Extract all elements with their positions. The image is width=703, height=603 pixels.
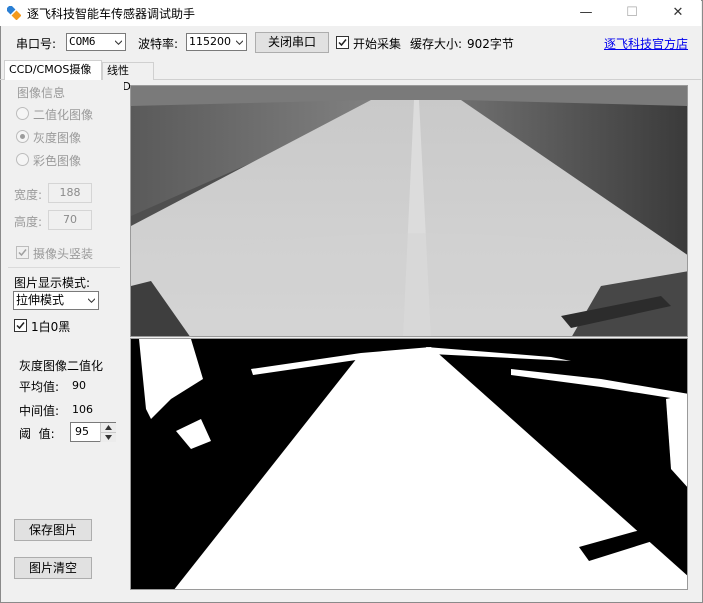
radio-binary-image-label: 二值化图像 xyxy=(33,108,94,122)
maximize-button[interactable]: ☐ xyxy=(609,0,655,26)
buffer-value: 902字节 xyxy=(467,37,514,51)
threshold-stepper[interactable]: 95 xyxy=(70,422,116,442)
mean-label: 平均值: xyxy=(19,380,60,394)
median-label: 中间值: xyxy=(19,404,60,418)
display-mode-label: 图片显示模式: xyxy=(14,276,91,290)
radio-binary-image[interactable] xyxy=(16,107,29,120)
tab-cmos-camera[interactable]: CCD/CMOS摄像头 xyxy=(4,60,102,94)
port-value: COM6 xyxy=(69,35,96,48)
title-bar: 逐飞科技智能车传感器调试助手 — ☐ ✕ xyxy=(0,0,701,26)
display-mode-select[interactable]: 拉伸模式 xyxy=(13,291,99,310)
width-field[interactable]: 188 xyxy=(48,183,92,203)
median-value: 106 xyxy=(72,403,93,416)
camera-vertical-checkbox[interactable] xyxy=(16,246,29,259)
window-title: 逐飞科技智能车传感器调试助手 xyxy=(27,7,196,21)
radio-color-image[interactable] xyxy=(16,153,29,166)
radio-color-image-label: 彩色图像 xyxy=(33,154,82,168)
display-mode-value: 拉伸模式 xyxy=(16,293,65,307)
tab-linear-ccd[interactable]: 线性CCD xyxy=(102,62,154,93)
width-label: 宽度: xyxy=(14,188,43,202)
checkmark-icon xyxy=(16,322,25,330)
start-capture-label: 开始采集 xyxy=(353,37,402,51)
close-port-button[interactable]: 关闭串口 xyxy=(255,32,329,53)
app-logo-icon xyxy=(5,4,22,21)
threshold-value[interactable]: 95 xyxy=(75,425,89,438)
chevron-down-icon xyxy=(115,40,122,45)
image-info-group-title: 图像信息 xyxy=(17,86,66,100)
save-image-button[interactable]: 保存图片 xyxy=(14,519,92,541)
stepper-down-button[interactable] xyxy=(100,432,116,442)
baud-select[interactable]: 115200 xyxy=(186,33,247,51)
height-label: 高度: xyxy=(14,215,43,229)
threshold-label: 阈 值: xyxy=(19,427,55,441)
port-label: 串口号: xyxy=(16,37,57,51)
chevron-up-icon xyxy=(105,425,112,430)
buffer-label: 缓存大小: xyxy=(410,37,463,51)
radio-gray-image[interactable] xyxy=(16,130,29,143)
start-capture-checkbox[interactable] xyxy=(336,36,349,49)
camera-vertical-label: 摄像头竖装 xyxy=(33,247,94,261)
separator xyxy=(8,267,120,268)
chevron-down-icon xyxy=(105,435,112,440)
white-black-label: 1白0黑 xyxy=(31,320,71,334)
binarize-title: 灰度图像二值化 xyxy=(19,359,104,373)
grayscale-camera-image xyxy=(130,85,688,337)
close-button[interactable]: ✕ xyxy=(655,0,701,26)
white-black-checkbox[interactable] xyxy=(14,319,27,332)
clear-image-button[interactable]: 图片清空 xyxy=(14,557,92,579)
binarized-image xyxy=(130,338,688,590)
checkmark-icon xyxy=(18,249,27,257)
height-field[interactable]: 70 xyxy=(48,210,92,230)
baud-label: 波特率: xyxy=(138,37,179,51)
stepper-up-button[interactable] xyxy=(100,423,116,432)
official-store-link[interactable]: 逐飞科技官方店 xyxy=(604,35,688,52)
checkmark-icon xyxy=(338,39,347,47)
chevron-down-icon xyxy=(236,40,243,45)
chevron-down-icon xyxy=(88,298,95,303)
minimize-button[interactable]: — xyxy=(563,0,609,26)
radio-gray-image-label: 灰度图像 xyxy=(33,131,82,145)
baud-value: 115200 xyxy=(189,35,231,48)
mean-value: 90 xyxy=(72,379,86,392)
port-select[interactable]: COM6 xyxy=(66,33,126,51)
